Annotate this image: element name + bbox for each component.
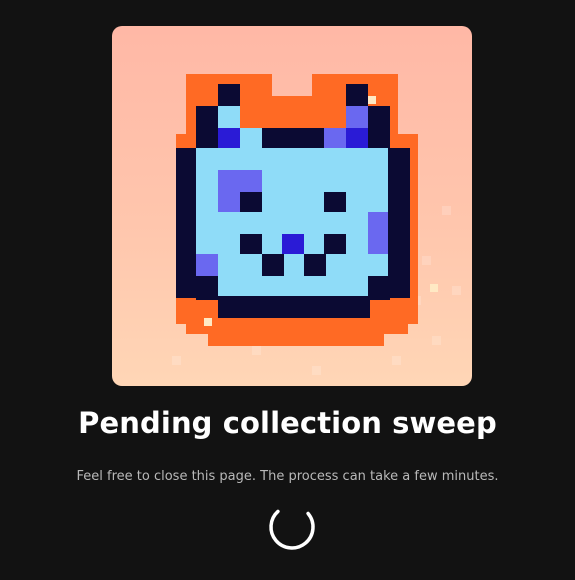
pending-sweep-screen: Pending collection sweep Feel free to cl… <box>0 0 575 580</box>
loading-spinner-icon <box>267 502 317 552</box>
status-message: Feel free to close this page. The proces… <box>76 469 499 484</box>
page-title: Pending collection sweep <box>78 406 497 440</box>
collection-artwork <box>112 26 472 386</box>
